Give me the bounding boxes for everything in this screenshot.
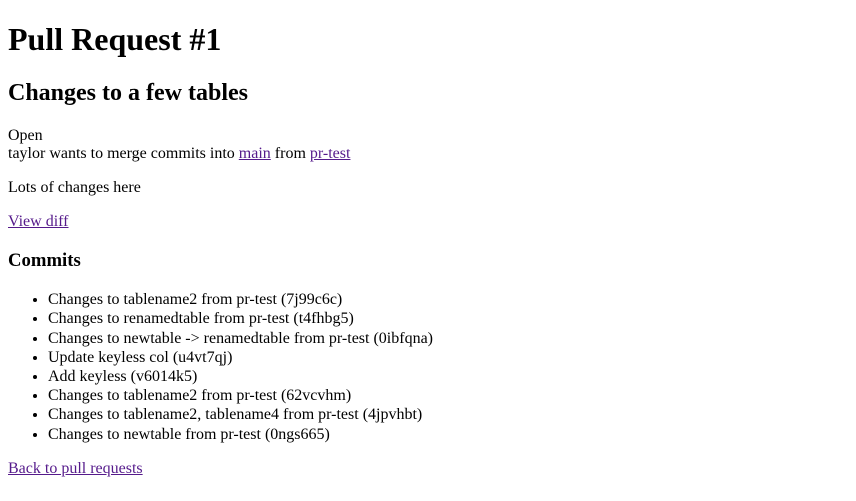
commit-item: Changes to newtable from pr-test (0ngs66… — [48, 425, 848, 444]
source-branch-link[interactable]: pr-test — [310, 145, 351, 162]
merge-prefix: taylor wants to merge commits into — [8, 145, 239, 162]
target-branch-link[interactable]: main — [239, 145, 271, 162]
merge-middle: from — [271, 145, 310, 162]
commit-item: Changes to tablename2 from pr-test (62vc… — [48, 386, 848, 405]
commit-item: Changes to tablename2, tablename4 from p… — [48, 405, 848, 424]
commit-item: Changes to renamedtable from pr-test (t4… — [48, 309, 848, 328]
commit-item: Add keyless (v6014k5) — [48, 367, 848, 386]
commit-item: Update keyless col (u4vt7qj) — [48, 348, 848, 367]
page-title: Pull Request #1 — [8, 21, 848, 58]
status-block: Open taylor wants to merge commits into … — [8, 127, 848, 163]
commit-item: Changes to tablename2 from pr-test (7j99… — [48, 290, 848, 309]
back-link[interactable]: Back to pull requests — [8, 460, 143, 477]
view-diff-link[interactable]: View diff — [8, 213, 69, 230]
status-badge: Open — [8, 127, 43, 144]
pr-title: Changes to a few tables — [8, 80, 848, 107]
pr-description: Lots of changes here — [8, 179, 848, 197]
commits-heading: Commits — [8, 250, 848, 272]
commit-item: Changes to newtable -> renamedtable from… — [48, 329, 848, 348]
commits-list: Changes to tablename2 from pr-test (7j99… — [8, 290, 848, 444]
